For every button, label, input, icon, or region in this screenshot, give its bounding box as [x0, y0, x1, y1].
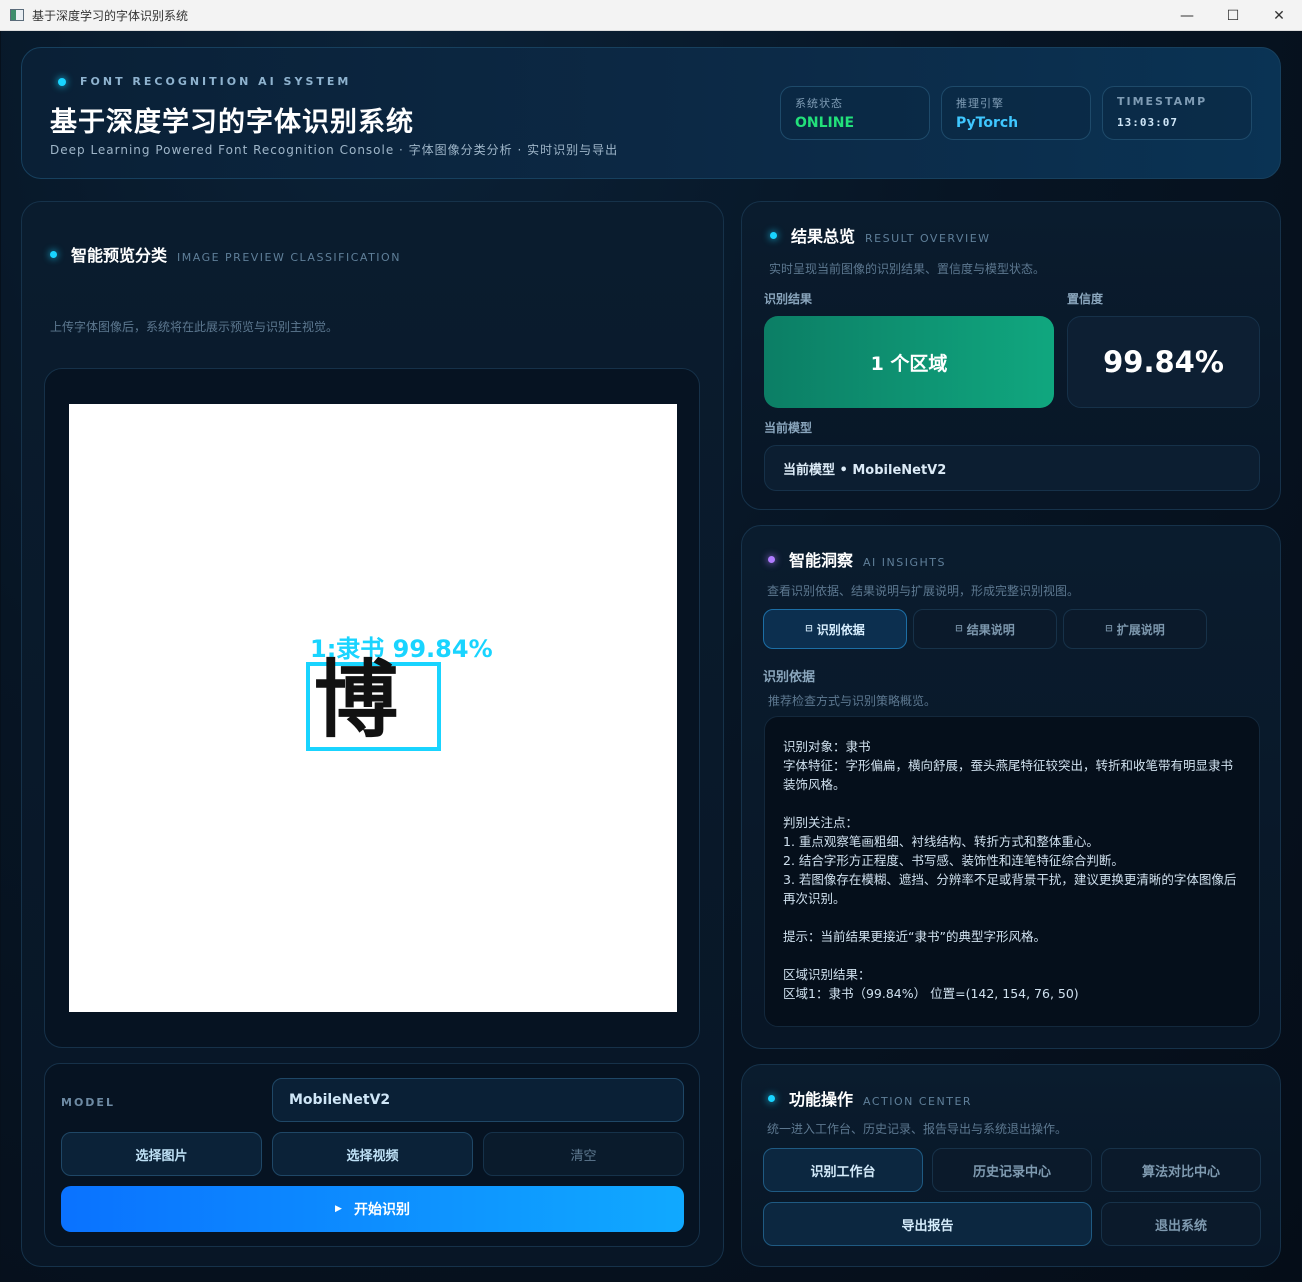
start-label: 开始识别 [353, 1202, 410, 1218]
compare-button[interactable]: 算法对比中心 [1101, 1148, 1261, 1192]
ai-insights-panel: 智能洞察 AI INSIGHTS 查看识别依据、结果说明与扩展说明，形成完整识别… [741, 525, 1281, 1049]
tab-result-explanation[interactable]: ⊟ 结果说明 [913, 609, 1057, 649]
workbench-button[interactable]: 识别工作台 [763, 1148, 923, 1192]
insights-title-en: AI INSIGHTS [863, 556, 946, 569]
minimize-button[interactable]: — [1164, 0, 1210, 31]
current-model-label: 当前模型 [764, 421, 813, 435]
model-select[interactable]: MobileNetV2 [272, 1078, 684, 1122]
stat-label: 系统状态 [795, 97, 843, 110]
stat-label: TIMESTAMP [1117, 95, 1208, 108]
preview-frame: 1:隶书 99.84% 博 [44, 368, 700, 1048]
preview-panel: 智能预览分类 IMAGE PREVIEW CLASSIFICATION 上传字体… [21, 201, 724, 1267]
clear-button[interactable]: 清空 [483, 1132, 684, 1176]
result-title: 结果总览 [791, 227, 856, 246]
glyph-character: 博 [314, 650, 399, 749]
stat-value: ONLINE [795, 115, 855, 131]
section-desc: 推荐检查方式与识别策略概览。 [768, 694, 937, 708]
page-subtitle: Deep Learning Powered Font Recognition C… [50, 143, 619, 157]
model-label: MODEL [61, 1096, 115, 1109]
status-dot-icon [58, 77, 66, 86]
window-title: 基于深度学习的字体识别系统 [32, 8, 189, 23]
stat-timestamp: TIMESTAMP 13:03:07 [1102, 86, 1252, 140]
current-model-value: 当前模型 • MobileNetV2 [764, 445, 1260, 491]
actions-title: 功能操作 [789, 1090, 854, 1109]
preview-image: 1:隶书 99.84% 博 [69, 404, 677, 1012]
stat-value: 13:03:07 [1117, 116, 1178, 129]
play-icon: ▶ [335, 1204, 342, 1214]
stat-system-status: 系统状态 ONLINE [780, 86, 930, 140]
insights-desc: 查看识别依据、结果说明与扩展说明，形成完整识别视图。 [767, 584, 1080, 598]
section-dot-icon [768, 556, 775, 563]
tab-icon: ⊟ [955, 624, 963, 634]
preview-panel-title: 智能预览分类 IMAGE PREVIEW CLASSIFICATION [50, 242, 401, 266]
section-dot-icon [768, 1095, 775, 1102]
close-button[interactable]: ✕ [1256, 0, 1302, 31]
insights-panel-title: 智能洞察 AI INSIGHTS [768, 547, 946, 571]
actions-title-en: ACTION CENTER [863, 1095, 973, 1108]
history-button[interactable]: 历史记录中心 [932, 1148, 1092, 1192]
result-label: 识别结果 [764, 292, 813, 306]
stat-engine: 推理引擎 PyTorch [941, 86, 1091, 140]
exit-button[interactable]: 退出系统 [1101, 1202, 1261, 1246]
tab-icon: ⊟ [1105, 624, 1113, 634]
header-eyebrow: FONT RECOGNITION AI SYSTEM [58, 75, 351, 88]
page-title: 基于深度学习的字体识别系统 [50, 107, 414, 138]
app-root: FONT RECOGNITION AI SYSTEM 基于深度学习的字体识别系统… [1, 31, 1301, 1281]
result-desc: 实时呈现当前图像的识别结果、置信度与模型状态。 [769, 262, 1046, 276]
action-center-panel: 功能操作 ACTION CENTER 统一进入工作台、历史记录、报告导出与系统退… [741, 1064, 1281, 1267]
tab-icon: ⊟ [805, 624, 813, 634]
maximize-button[interactable]: ☐ [1210, 0, 1256, 31]
controls-bar: MODEL MobileNetV2 选择图片 选择视频 清空 ▶ 开始识别 [44, 1063, 700, 1247]
preview-desc: 上传字体图像后，系统将在此展示预览与识别主视觉。 [50, 320, 339, 334]
app-icon [10, 9, 24, 21]
select-image-button[interactable]: 选择图片 [61, 1132, 262, 1176]
tab-label: 识别依据 [816, 622, 865, 637]
tab-label: 扩展说明 [1116, 622, 1165, 637]
confidence-value: 99.84% [1067, 316, 1260, 408]
select-video-button[interactable]: 选择视频 [272, 1132, 473, 1176]
actions-desc: 统一进入工作台、历史记录、报告导出与系统退出操作。 [767, 1122, 1068, 1136]
result-panel-title: 结果总览 RESULT OVERVIEW [770, 223, 991, 247]
actions-panel-title: 功能操作 ACTION CENTER [768, 1086, 972, 1110]
header-banner: FONT RECOGNITION AI SYSTEM 基于深度学习的字体识别系统… [21, 47, 1281, 179]
result-title-en: RESULT OVERVIEW [865, 232, 991, 245]
insights-title: 智能洞察 [789, 551, 854, 570]
tab-label: 结果说明 [966, 622, 1015, 637]
start-recognition-button[interactable]: ▶ 开始识别 [61, 1186, 684, 1232]
result-overview-panel: 结果总览 RESULT OVERVIEW 实时呈现当前图像的识别结果、置信度与模… [741, 201, 1281, 510]
detection-box: 博 [306, 658, 441, 751]
tab-recognition-basis[interactable]: ⊟ 识别依据 [763, 609, 907, 649]
tab-extended-notes[interactable]: ⊟ 扩展说明 [1063, 609, 1207, 649]
stat-value: PyTorch [956, 115, 1019, 131]
window-titlebar: 基于深度学习的字体识别系统 — ☐ ✕ [0, 0, 1302, 31]
stat-label: 推理引擎 [956, 97, 1004, 110]
eyebrow-text: FONT RECOGNITION AI SYSTEM [80, 75, 352, 88]
insights-body: 识别对象：隶书 字体特征：字形偏扁，横向舒展，蚕头燕尾特征较突出，转折和收笔带有… [764, 716, 1260, 1027]
export-report-button[interactable]: 导出报告 [763, 1202, 1092, 1246]
section-dot-icon [770, 232, 777, 239]
confidence-label: 置信度 [1067, 292, 1104, 306]
section-title: 识别依据 [763, 670, 816, 685]
preview-title: 智能预览分类 [71, 246, 168, 265]
result-value: 1 个区域 [764, 316, 1054, 408]
preview-title-en: IMAGE PREVIEW CLASSIFICATION [177, 251, 401, 264]
section-dot-icon [50, 251, 57, 258]
